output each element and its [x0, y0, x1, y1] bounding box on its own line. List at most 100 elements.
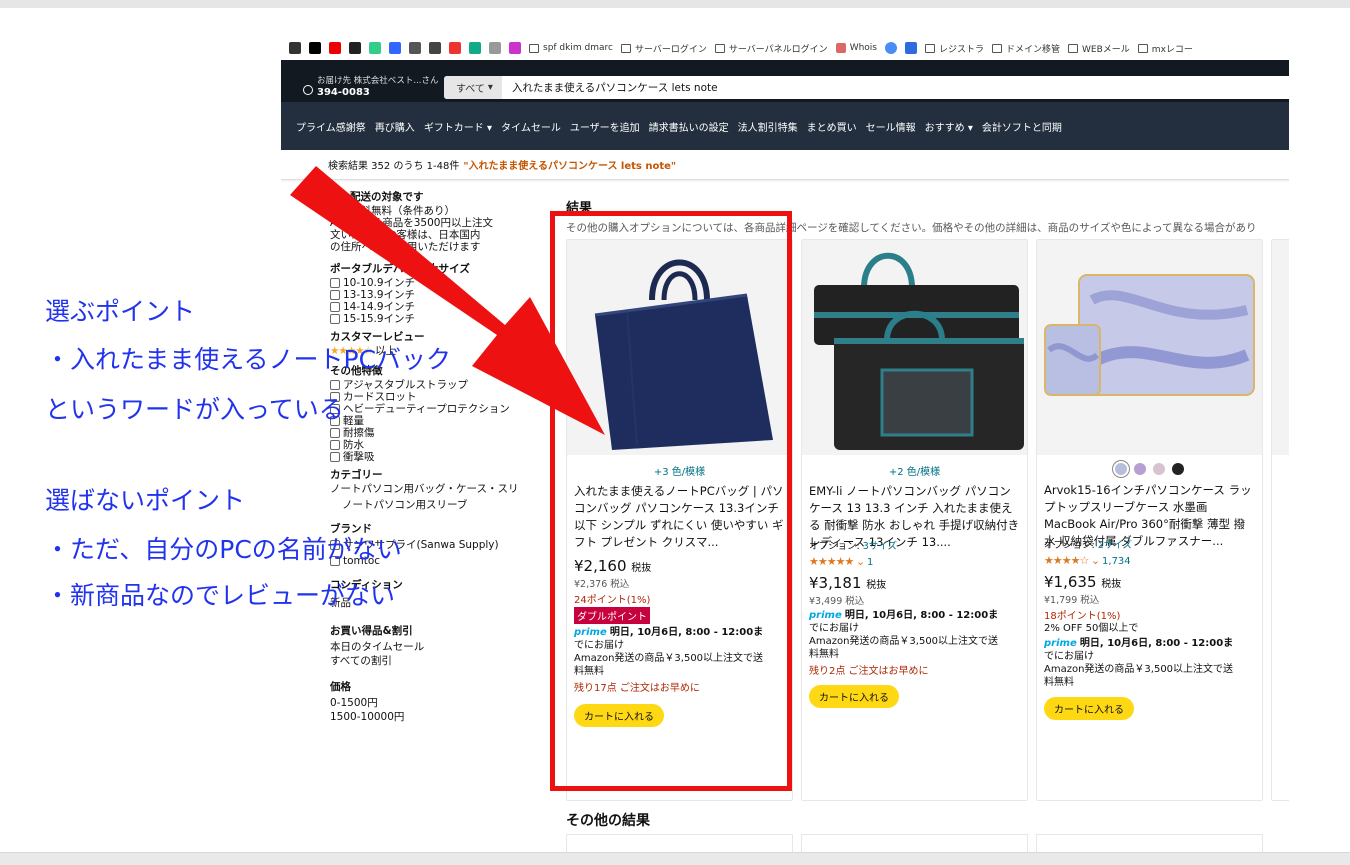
- color-swatch[interactable]: [1115, 463, 1127, 475]
- deals-heading: お買い得品&割引: [330, 625, 413, 637]
- checkbox[interactable]: [330, 452, 340, 462]
- nav-item[interactable]: 再び購入: [375, 119, 415, 134]
- color-swatch[interactable]: [1172, 463, 1184, 475]
- highlight-box: [550, 211, 792, 791]
- color-swatch[interactable]: [1134, 463, 1146, 475]
- checkbox[interactable]: [330, 428, 340, 438]
- rating[interactable]: ★★★★☆ ⌄ 1,734: [1044, 554, 1255, 567]
- delivery-option[interactable]: 送料無料（条件あり）: [330, 205, 550, 217]
- search-category-select[interactable]: すべて ▾: [444, 76, 502, 99]
- deal-link[interactable]: 本日のタイムセール: [330, 641, 550, 653]
- size-filter[interactable]: 15-15.9インチ: [330, 313, 550, 325]
- product-image[interactable]: [802, 240, 1027, 455]
- product-card[interactable]: Arvok15-16インチパソコンケース ラップトップスリーブケース 水墨画 M…: [1036, 239, 1263, 801]
- bookmark-item[interactable]: spf dkim dmarc: [529, 43, 613, 53]
- annotation-text: というワードが入っている: [45, 395, 344, 424]
- youtube-icon[interactable]: [329, 42, 341, 54]
- product-card[interactable]: +2 色/模様 EMY-li ノートパソコンバッグ パソコンケース 13 13.…: [801, 239, 1028, 801]
- nav-item[interactable]: タイムセール: [501, 119, 561, 134]
- bookmark-item[interactable]: サーバーログイン: [620, 42, 707, 55]
- product-card-partial[interactable]: [1271, 239, 1289, 801]
- product-card-partial[interactable]: [801, 834, 1028, 852]
- price-link[interactable]: 0-1500円: [330, 697, 550, 709]
- app-icon[interactable]: [289, 42, 301, 54]
- size-filter[interactable]: 14-14.9インチ: [330, 301, 550, 313]
- checkbox[interactable]: [330, 314, 340, 324]
- product-image[interactable]: [1272, 240, 1289, 455]
- deliver-to[interactable]: お届け先 株式会社ベスト...さん 394-0083: [303, 76, 438, 99]
- bookmark-icon[interactable]: [489, 42, 501, 54]
- nav-item[interactable]: 会計ソフトと同期: [982, 119, 1062, 134]
- delivery-note: 文いた でのお客様は、日本国内: [330, 229, 481, 241]
- folder-icon: [1137, 43, 1148, 53]
- price-link[interactable]: 1500-10000円: [330, 711, 550, 723]
- bookmark-item[interactable]: Whois: [835, 43, 877, 53]
- rating[interactable]: ★★★★★ ⌄ 1: [809, 555, 1020, 568]
- category-link[interactable]: ノートパソコン用バッグ・ケース・スリ: [330, 483, 550, 495]
- feature-filter[interactable]: 衝撃吸: [330, 451, 550, 463]
- bookmark-icon[interactable]: [409, 42, 421, 54]
- variants-link[interactable]: +2 色/模様: [809, 463, 1020, 478]
- size-heading: ポータブルデバ の最大サイズ: [330, 263, 470, 275]
- size-filter[interactable]: 10-10.9インチ: [330, 277, 550, 289]
- bookmark-icon[interactable]: [509, 42, 521, 54]
- options-link[interactable]: 2サイズ: [1098, 540, 1132, 551]
- size-filter[interactable]: 13-13.9インチ: [330, 289, 550, 301]
- color-swatches: [1044, 463, 1255, 475]
- checkbox[interactable]: [330, 380, 340, 390]
- feature-filter[interactable]: 耐擦傷: [330, 427, 550, 439]
- points: 18ポイント(1%): [1044, 611, 1121, 622]
- shipping-note: 料無料: [809, 649, 839, 660]
- nav-item[interactable]: プライム感謝祭: [296, 119, 366, 134]
- product-image[interactable]: [1037, 240, 1262, 455]
- category-link[interactable]: ノートパソコン用スリーブ: [330, 499, 550, 511]
- bookmark-item[interactable]: mxレコー: [1137, 42, 1193, 55]
- color-swatch[interactable]: [1153, 463, 1165, 475]
- amazon-nav: プライム感謝祭 再び購入 ギフトカード ▾ タイムセール ユーザーを追加 請求書…: [281, 102, 1289, 150]
- postal-code: 394-0083: [317, 87, 370, 98]
- bookmark-icon[interactable]: [429, 42, 441, 54]
- checkbox[interactable]: [330, 290, 340, 300]
- bookmark-icon[interactable]: [449, 42, 461, 54]
- checkbox[interactable]: [330, 440, 340, 450]
- feature-filter[interactable]: アジャスタブルストラップ: [330, 379, 550, 391]
- delivery-note: の住所へ をご利用いただけます: [330, 241, 481, 253]
- nav-item[interactable]: 法人割引特集: [738, 119, 798, 134]
- feature-filter[interactable]: 軽量: [330, 415, 550, 427]
- bookmark-item[interactable]: ドメイン移管: [992, 42, 1060, 55]
- add-to-cart-button[interactable]: カートに入れる: [1044, 697, 1134, 720]
- drive-icon[interactable]: [369, 42, 381, 54]
- add-to-cart-button[interactable]: カートに入れる: [809, 685, 899, 708]
- options-link[interactable]: 3サイズ: [863, 541, 897, 552]
- chevron-down-icon: ⌄: [855, 555, 865, 568]
- checkbox[interactable]: [330, 278, 340, 288]
- bookmark-icon[interactable]: [389, 42, 401, 54]
- bookmark-item[interactable]: サーバーパネルログイン: [714, 42, 828, 55]
- product-card-partial[interactable]: [1036, 834, 1263, 852]
- bookmark-item[interactable]: WEBメール: [1068, 42, 1130, 55]
- bookmark-item[interactable]: レジストラ: [925, 42, 984, 55]
- shipping-note: Amazon発送の商品￥3,500以上注文で送: [809, 636, 999, 647]
- nav-item[interactable]: セール情報: [866, 119, 916, 134]
- search-input[interactable]: 入れたまま使えるパソコンケース lets note: [502, 80, 718, 95]
- product-card-partial[interactable]: [566, 834, 793, 852]
- checkbox[interactable]: [330, 302, 340, 312]
- feature-filter[interactable]: 防水: [330, 439, 550, 451]
- google-icon[interactable]: [885, 42, 897, 54]
- nav-item[interactable]: おすすめ ▾: [925, 119, 973, 134]
- bookmark-icon[interactable]: [905, 42, 917, 54]
- bookmark-icon[interactable]: [349, 42, 361, 54]
- deal-link[interactable]: すべての割引: [330, 655, 550, 667]
- bookmark-icon[interactable]: [469, 42, 481, 54]
- feature-filter[interactable]: カードスロット: [330, 391, 550, 403]
- star-icon: ★★★★★: [809, 555, 854, 568]
- bookmarks-bar: spf dkim dmarc サーバーログイン サーバーパネルログイン Whoi…: [281, 36, 1289, 60]
- feature-filter[interactable]: ヘビーデューティープロテクション: [330, 403, 550, 415]
- nav-item[interactable]: ギフトカード ▾: [424, 119, 492, 134]
- search-bar[interactable]: すべて ▾ 入れたまま使えるパソコンケース lets note: [444, 76, 1289, 99]
- nav-item[interactable]: 請求書払いの設定: [649, 119, 729, 134]
- nav-item[interactable]: ユーザーを追加: [570, 119, 640, 134]
- location-pin-icon: [303, 85, 313, 95]
- nav-item[interactable]: まとめ買い: [807, 119, 857, 134]
- x-icon[interactable]: [309, 42, 321, 54]
